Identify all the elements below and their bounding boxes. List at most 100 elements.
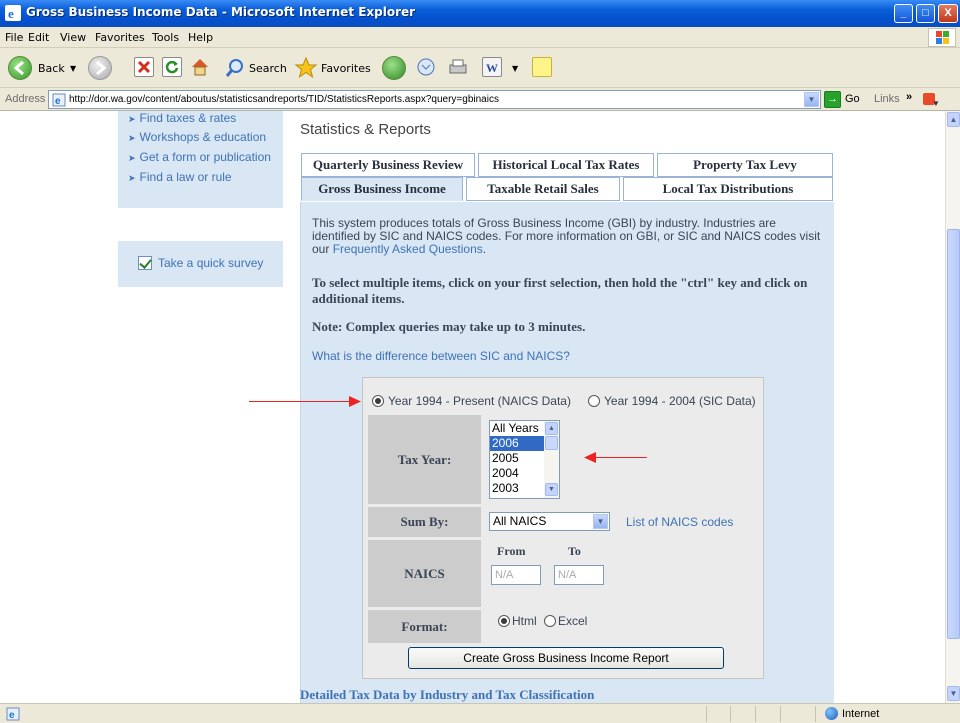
back-button[interactable]: Back ▼ <box>8 54 83 82</box>
naics-label: NAICS <box>368 540 481 607</box>
menu-favorites[interactable]: Favorites <box>95 31 145 44</box>
format-label: Format: <box>368 610 481 643</box>
links-label[interactable]: Links <box>874 93 900 105</box>
sic-data-radio[interactable] <box>588 395 600 407</box>
tax-year-listbox[interactable]: All Years 2006 2005 2004 2003 ▲ ▼ <box>489 420 560 499</box>
year-option[interactable]: 2003 <box>490 481 544 496</box>
annotation-arrow-line <box>249 401 357 402</box>
nav-get-form[interactable]: ➤ Get a form or publication <box>128 150 271 164</box>
menu-tools[interactable]: Tools <box>152 31 179 44</box>
year-option[interactable]: 2005 <box>490 451 544 466</box>
home-icon[interactable] <box>190 57 210 77</box>
address-label: Address <box>5 93 46 105</box>
window-title: Gross Business Income Data - Microsoft I… <box>26 5 416 19</box>
year-option[interactable]: All Years <box>490 421 544 436</box>
naics-codes-link[interactable]: List of NAICS codes <box>626 515 733 529</box>
address-input[interactable]: e http://dor.wa.gov/content/aboutus/stat… <box>48 90 821 109</box>
annotation-arrowhead-icon <box>584 452 596 463</box>
naics-from-input[interactable]: N/A <box>491 565 541 585</box>
tab-property-tax-levy[interactable]: Property Tax Levy <box>657 153 833 177</box>
messenger-note-icon[interactable] <box>532 57 552 77</box>
tab-local-tax-distributions[interactable]: Local Tax Distributions <box>623 177 833 201</box>
web-content: ➤ Find taxes & rates ➤ Workshops & educati… <box>0 111 945 703</box>
svg-text:e: e <box>9 710 15 721</box>
survey-link[interactable]: Take a quick survey <box>158 256 263 270</box>
svg-text:e: e <box>8 6 14 21</box>
translate-icon[interactable]: ▼ <box>922 91 944 108</box>
history-icon[interactable] <box>382 56 406 80</box>
search-button[interactable]: Search <box>224 54 294 82</box>
format-html-label: Html <box>512 614 537 628</box>
page-icon: e <box>52 93 66 107</box>
year-option[interactable]: 2004 <box>490 466 544 481</box>
svg-text:▼: ▼ <box>932 99 940 108</box>
scroll-up-icon[interactable]: ▲ <box>947 112 960 127</box>
title-bar: e Gross Business Income Data - Microsoft… <box>0 0 960 27</box>
tab-taxable-retail-sales[interactable]: Taxable Retail Sales <box>466 177 620 201</box>
tab-quarterly-business-review[interactable]: Quarterly Business Review <box>301 153 475 177</box>
intro-text: This system produces totals of Gross Bus… <box>312 216 821 256</box>
go-arrow-icon[interactable]: → <box>824 91 841 108</box>
forward-arrow-icon <box>88 56 112 80</box>
links-chevron-icon[interactable]: » <box>906 91 912 103</box>
mail-icon[interactable] <box>416 57 436 77</box>
address-bar: Address e http://dor.wa.gov/content/abou… <box>0 88 960 111</box>
status-divider <box>755 706 756 722</box>
menu-file[interactable]: File <box>5 31 23 44</box>
page-scrollbar[interactable]: ▲ ▼ <box>945 111 960 703</box>
scroll-down-icon[interactable]: ▼ <box>545 483 558 496</box>
edit-dropdown-icon[interactable]: ▼ <box>512 54 526 82</box>
detailed-tax-data-link[interactable]: Detailed Tax Data by Industry and Tax Cl… <box>300 687 594 703</box>
nav-workshops[interactable]: ➤ Workshops & education <box>128 130 266 144</box>
back-label: Back <box>38 62 65 75</box>
menu-help[interactable]: Help <box>188 31 213 44</box>
year-scrollbar[interactable]: ▲ ▼ <box>544 421 559 498</box>
sic-naics-difference-link[interactable]: What is the difference between SIC and N… <box>312 349 570 363</box>
internet-globe-icon <box>825 707 838 720</box>
tab-historical-local-tax-rates[interactable]: Historical Local Tax Rates <box>478 153 654 177</box>
stop-icon[interactable] <box>134 57 154 77</box>
left-nav: ➤ Find taxes & rates ➤ Workshops & educati… <box>118 111 283 208</box>
favorites-button[interactable]: Favorites <box>294 54 374 82</box>
status-divider <box>706 706 707 722</box>
annotation-arrowhead-icon <box>349 396 361 407</box>
menu-view[interactable]: View <box>60 31 86 44</box>
svg-text:W: W <box>486 61 498 75</box>
year-option-selected[interactable]: 2006 <box>490 436 544 451</box>
forward-button[interactable] <box>88 54 118 82</box>
close-button[interactable]: X <box>938 4 958 23</box>
status-divider <box>815 706 816 722</box>
print-icon[interactable] <box>448 57 468 77</box>
scroll-thumb[interactable] <box>947 229 960 639</box>
tab-gross-business-income[interactable]: Gross Business Income <box>301 177 463 201</box>
chevron-down-icon[interactable]: ▼ <box>593 514 608 529</box>
from-label: From <box>497 544 526 558</box>
menu-edit[interactable]: Edit <box>28 31 49 44</box>
sum-by-select[interactable]: All NAICS ▼ <box>489 512 610 531</box>
format-excel-label: Excel <box>558 614 588 628</box>
naics-to-input[interactable]: N/A <box>554 565 604 585</box>
scroll-thumb[interactable] <box>545 436 558 450</box>
scroll-down-icon[interactable]: ▼ <box>947 686 960 701</box>
sic-data-radio-label: Year 1994 - 2004 (SIC Data) <box>604 394 756 408</box>
go-button[interactable]: Go <box>845 93 860 105</box>
create-report-button[interactable]: Create Gross Business Income Report <box>408 647 724 669</box>
address-dropdown-icon[interactable]: ▼ <box>804 92 819 107</box>
minimize-button[interactable]: _ <box>894 4 913 23</box>
nav-find-law[interactable]: ➤ Find a law or rule <box>128 170 232 184</box>
address-url: http://dor.wa.gov/content/aboutus/statis… <box>69 94 499 105</box>
survey-check-icon <box>138 256 152 270</box>
faq-link[interactable]: Frequently Asked Questions <box>333 242 483 256</box>
format-excel-radio[interactable] <box>544 615 556 627</box>
security-zone-label: Internet <box>842 708 880 720</box>
refresh-icon[interactable] <box>162 57 182 77</box>
scroll-up-icon[interactable]: ▲ <box>545 422 558 435</box>
format-html-radio[interactable] <box>498 615 510 627</box>
maximize-button[interactable]: □ <box>916 4 935 23</box>
to-label: To <box>568 544 581 558</box>
nav-find-taxes[interactable]: ➤ Find taxes & rates <box>128 111 236 125</box>
back-dropdown-icon[interactable]: ▼ <box>70 64 76 73</box>
edit-word-icon[interactable]: W <box>482 57 502 77</box>
naics-data-radio[interactable] <box>372 395 384 407</box>
favorites-label: Favorites <box>321 62 371 75</box>
